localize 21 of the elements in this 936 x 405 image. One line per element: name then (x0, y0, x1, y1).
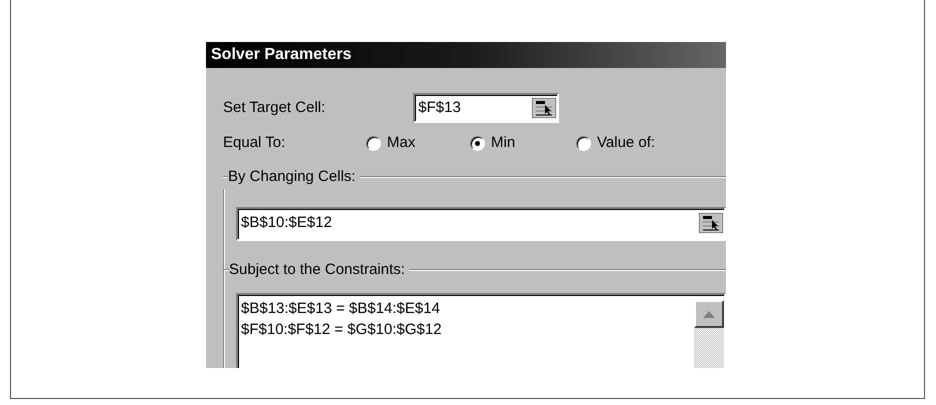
changing-cells-field[interactable]: $B$10:$E$12 (236, 206, 726, 240)
radio-option[interactable]: Value of: (576, 132, 656, 154)
radio-option[interactable]: Max (366, 132, 470, 154)
up-arrow-icon (703, 310, 715, 318)
radio-button[interactable] (576, 136, 591, 150)
group-label: Subject to the Constraints: (229, 260, 406, 280)
window-title: Solver Parameters (206, 42, 726, 68)
scroll-up-button[interactable] (694, 300, 724, 328)
range-select-button[interactable] (532, 96, 556, 120)
target-cell-label: Set Target Cell: (223, 98, 326, 118)
group-label: By Changing Cells: (228, 167, 357, 187)
radio-option[interactable]: Min (470, 132, 576, 154)
constraint-item[interactable]: $B$13:$E$13 = $B$14:$E$14 (241, 300, 442, 319)
equal-to-label: Equal To: (223, 132, 286, 153)
range-select-button[interactable] (699, 212, 723, 235)
constraints-list[interactable]: $B$13:$E$13 = $B$14:$E$14 $F$10:$F$12 = $G$10:$G$12 (236, 293, 726, 368)
target-cell-field[interactable]: $F$13 (413, 93, 560, 123)
constraint-item[interactable]: $F$10:$F$12 = $G$10:$G$12 (241, 320, 442, 340)
radio-button[interactable] (470, 136, 485, 150)
radio-button[interactable] (366, 136, 381, 150)
scrollbar[interactable] (694, 300, 724, 368)
